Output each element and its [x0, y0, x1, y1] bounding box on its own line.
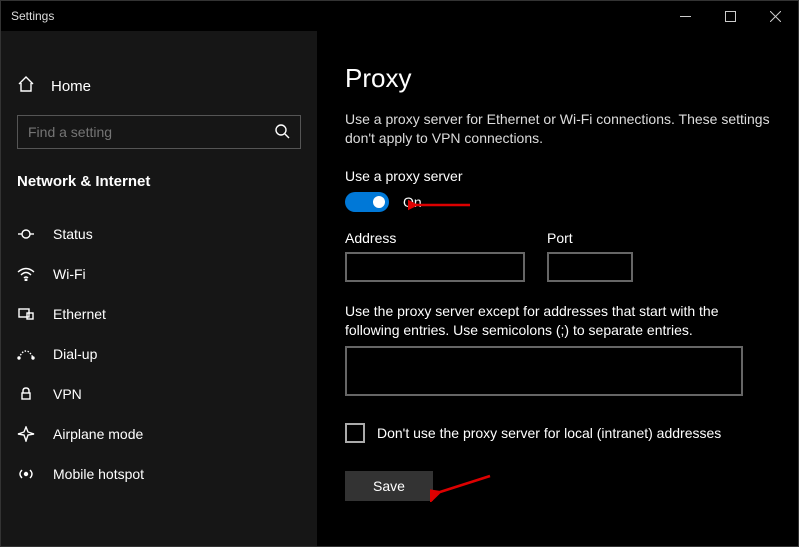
vpn-icon [17, 387, 35, 401]
hotspot-icon [17, 466, 35, 482]
sidebar: Home Network & Internet Status [1, 31, 317, 546]
nav-item-vpn[interactable]: VPN [1, 374, 317, 414]
search-input[interactable] [28, 124, 274, 140]
dialup-icon [17, 347, 35, 361]
use-proxy-label: Use a proxy server [345, 168, 770, 184]
minimize-button[interactable] [663, 1, 708, 31]
address-input[interactable] [345, 252, 525, 282]
nav-item-label: Status [53, 226, 93, 242]
nav-item-wifi[interactable]: Wi-Fi [1, 254, 317, 294]
nav-item-label: Airplane mode [53, 426, 143, 442]
window-title: Settings [11, 9, 54, 23]
use-proxy-toggle[interactable] [345, 192, 389, 212]
toggle-state-text: On [403, 194, 422, 210]
home-label: Home [51, 78, 91, 95]
nav-item-label: VPN [53, 386, 82, 402]
nav-item-status[interactable]: Status [1, 214, 317, 254]
local-checkbox-row[interactable]: Don't use the proxy server for local (in… [345, 423, 770, 443]
nav-item-label: Wi-Fi [53, 266, 86, 282]
close-button[interactable] [753, 1, 798, 31]
search-box[interactable] [17, 115, 301, 149]
nav-item-airplane[interactable]: Airplane mode [1, 414, 317, 454]
page-title: Proxy [345, 63, 770, 94]
category-header: Network & Internet [1, 163, 317, 204]
port-input[interactable] [547, 252, 633, 282]
status-icon [17, 227, 35, 241]
main-content: Proxy Use a proxy server for Ethernet or… [317, 31, 798, 546]
wifi-icon [17, 267, 35, 281]
except-textarea[interactable] [345, 346, 743, 396]
nav-item-label: Dial-up [53, 346, 97, 362]
titlebar: Settings [1, 1, 798, 31]
nav-item-dialup[interactable]: Dial-up [1, 334, 317, 374]
ethernet-icon [17, 307, 35, 321]
search-icon [274, 123, 290, 142]
local-checkbox[interactable] [345, 423, 365, 443]
nav-item-hotspot[interactable]: Mobile hotspot [1, 454, 317, 494]
address-label: Address [345, 230, 525, 246]
maximize-button[interactable] [708, 1, 753, 31]
nav-list: Status Wi-Fi Ethernet [1, 214, 317, 494]
save-button[interactable]: Save [345, 471, 433, 501]
local-checkbox-label: Don't use the proxy server for local (in… [377, 425, 721, 441]
nav-item-label: Mobile hotspot [53, 466, 144, 482]
nav-item-ethernet[interactable]: Ethernet [1, 294, 317, 334]
page-description: Use a proxy server for Ethernet or Wi-Fi… [345, 110, 770, 148]
airplane-icon [17, 426, 35, 442]
toggle-knob [373, 196, 385, 208]
nav-item-label: Ethernet [53, 306, 106, 322]
except-label: Use the proxy server except for addresse… [345, 302, 770, 340]
home-icon [17, 75, 35, 97]
nav-home[interactable]: Home [1, 67, 317, 105]
port-label: Port [547, 230, 633, 246]
